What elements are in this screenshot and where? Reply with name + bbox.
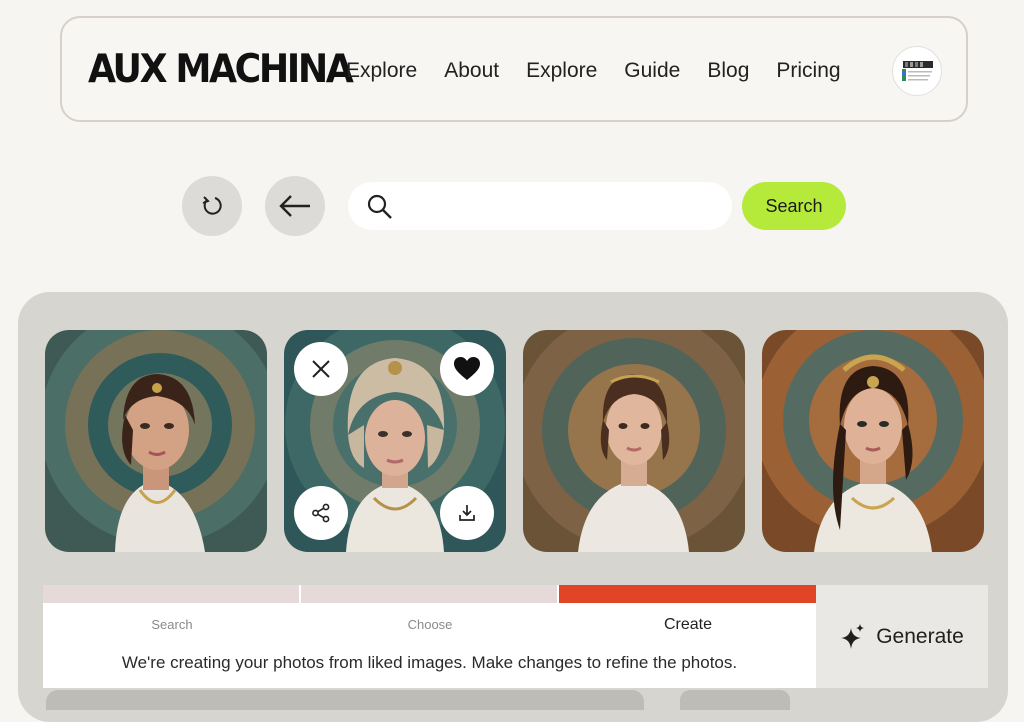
back-arrow-icon: [279, 195, 310, 217]
refresh-button[interactable]: [182, 176, 242, 236]
search-box: [348, 182, 732, 230]
nav-explore-2[interactable]: Explore: [526, 58, 597, 84]
refresh-icon: [202, 196, 222, 215]
share-icon: [312, 503, 330, 523]
like-button[interactable]: [440, 342, 494, 396]
main-nav: Explore About Explore Guide Blog Pricing: [346, 58, 868, 84]
image-card[interactable]: [762, 330, 984, 552]
nav-blog[interactable]: Blog: [707, 58, 749, 84]
close-icon: [312, 360, 330, 378]
download-button[interactable]: [440, 486, 494, 540]
avatar[interactable]: [892, 46, 942, 96]
progress-steps: Search Choose Create We're creating your…: [43, 585, 816, 688]
step-bar-create: [559, 585, 816, 603]
nav-guide[interactable]: Guide: [624, 58, 680, 84]
search-input[interactable]: [408, 190, 712, 224]
step-bar-choose: [301, 585, 557, 603]
portrait-image: [45, 330, 267, 552]
cut-off-heading: [46, 690, 644, 710]
dismiss-button[interactable]: [294, 342, 348, 396]
generate-label: Generate: [876, 624, 964, 648]
nav-pricing[interactable]: Pricing: [776, 58, 840, 84]
nav-about[interactable]: About: [444, 58, 499, 84]
search-icon: [367, 194, 392, 219]
nav-explore[interactable]: Explore: [346, 58, 417, 84]
image-card[interactable]: [523, 330, 745, 552]
step-bar-search: [43, 585, 299, 603]
download-icon: [459, 505, 475, 521]
sparkle-icon: [841, 623, 865, 649]
image-card[interactable]: [45, 330, 267, 552]
portrait-image: [762, 330, 984, 552]
step-label-search[interactable]: Search: [43, 617, 301, 632]
step-label-create[interactable]: Create: [559, 616, 817, 634]
status-message: We're creating your photos from liked im…: [121, 653, 738, 672]
back-button[interactable]: [265, 176, 325, 236]
step-label-choose[interactable]: Choose: [301, 617, 559, 632]
cut-off-heading-2: [680, 690, 790, 710]
heart-icon: [454, 357, 480, 380]
image-card-selected[interactable]: [284, 330, 506, 552]
portrait-image: [523, 330, 745, 552]
search-button[interactable]: Search: [742, 182, 846, 230]
share-button[interactable]: [294, 486, 348, 540]
site-logo[interactable]: AUX MACHINA: [88, 48, 354, 92]
site-header: AUX MACHINA Explore About Explore Guide …: [60, 16, 968, 122]
generate-button[interactable]: Generate: [816, 585, 988, 688]
